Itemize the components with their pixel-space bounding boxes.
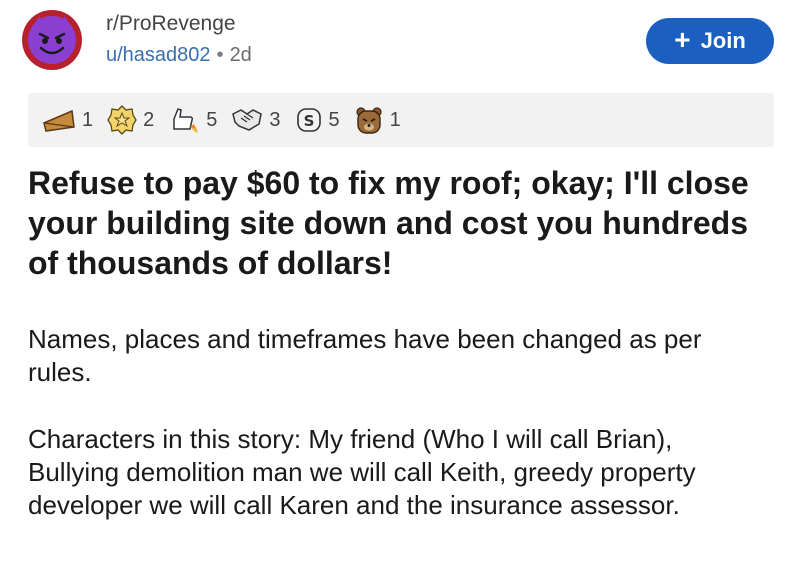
- post-header: r/ProRevenge u/hasad802 • 2d + Join: [0, 0, 800, 84]
- post-meta: u/hasad802 • 2d: [106, 44, 252, 67]
- award-money-bag[interactable]: S 5: [295, 106, 340, 134]
- award-count: 3: [269, 108, 281, 131]
- post-age: 2d: [229, 44, 252, 66]
- gold-star-badge-award-icon: [107, 105, 137, 135]
- award-count: 1: [82, 108, 94, 131]
- subreddit-avatar[interactable]: [22, 10, 82, 70]
- subreddit-name[interactable]: r/ProRevenge: [106, 12, 236, 36]
- devil-face-icon: [28, 16, 76, 64]
- post-body-paragraph: Characters in this story: My friend (Who…: [28, 424, 696, 520]
- cheese-wedge-award-icon: [43, 109, 75, 132]
- award-rocket-thumbs[interactable]: 5: [168, 105, 217, 135]
- award-count: 5: [328, 108, 340, 131]
- author-username[interactable]: u/hasad802: [106, 44, 211, 66]
- join-button[interactable]: + Join: [646, 18, 774, 64]
- svg-text:S: S: [303, 112, 314, 130]
- award-cheese[interactable]: 1: [42, 107, 93, 133]
- rocket-thumbs-award-icon: [173, 108, 199, 134]
- award-bear[interactable]: 1: [354, 105, 401, 135]
- award-count: 5: [206, 108, 218, 131]
- join-button-label: Join: [700, 28, 746, 53]
- plus-icon: +: [674, 23, 691, 55]
- angry-bear-award-icon: [356, 107, 382, 134]
- award-star[interactable]: 2: [107, 105, 154, 135]
- post-title[interactable]: Refuse to pay $60 to fix my roof; okay; …: [28, 163, 778, 283]
- award-handshake[interactable]: 3: [231, 106, 281, 134]
- awards-bar[interactable]: 1 2 5 3 S 5 1: [28, 93, 774, 147]
- award-count: 2: [143, 108, 155, 131]
- award-count: 1: [389, 108, 401, 131]
- handshake-award-icon: [232, 109, 263, 131]
- money-bag-award-icon: S: [296, 108, 321, 132]
- post-body-paragraph: Names, places and timeframes have been c…: [28, 324, 702, 387]
- meta-separator: •: [216, 44, 224, 66]
